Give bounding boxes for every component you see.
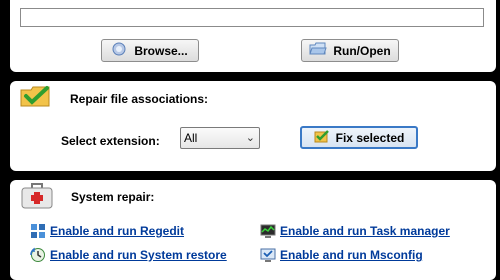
fix-selected-label: Fix selected [335,130,405,145]
browse-label: Browse... [134,43,188,58]
extension-selected-value: All [184,131,198,145]
enable-msconfig-link[interactable]: Enable and run Msconfig [260,247,423,263]
system-repair-title: System repair: [71,190,155,204]
browse-button[interactable]: Browse... [101,39,199,62]
first-aid-kit-icon [20,182,54,210]
file-associations-panel: Repair file associations: Select extensi… [10,81,496,171]
enable-task-manager-link[interactable]: Enable and run Task manager [260,223,450,239]
registry-icon [30,223,46,239]
enable-system-restore-link[interactable]: Enable and run System restore [30,247,227,263]
checkmark-icon [314,129,330,146]
msconfig-link-text: Enable and run Msconfig [280,248,423,262]
folder-search-icon [112,41,128,60]
path-input[interactable] [20,8,484,27]
enable-regedit-link[interactable]: Enable and run Regedit [30,223,184,239]
system-restore-icon [30,247,46,263]
chevron-down-icon: ⌄ [245,132,255,144]
open-folder-icon [309,42,328,59]
extension-select[interactable]: All ⌄ [180,127,260,149]
task-manager-link-text: Enable and run Task manager [280,224,450,238]
system-restore-link-text: Enable and run System restore [50,248,227,262]
run-open-label: Run/Open [333,43,391,58]
run-panel: Browse... Run/Open [10,0,496,72]
system-repair-panel: System repair: Enable and run Regedit En… [10,180,496,280]
checkmark-folder-icon [19,84,55,108]
run-open-button[interactable]: Run/Open [301,39,399,62]
fix-selected-button[interactable]: Fix selected [300,126,418,149]
msconfig-icon [260,247,276,263]
extension-label: Select extension: [61,134,160,148]
task-manager-icon [260,223,276,239]
associations-title: Repair file associations: [70,92,209,106]
regedit-link-text: Enable and run Regedit [50,224,185,238]
